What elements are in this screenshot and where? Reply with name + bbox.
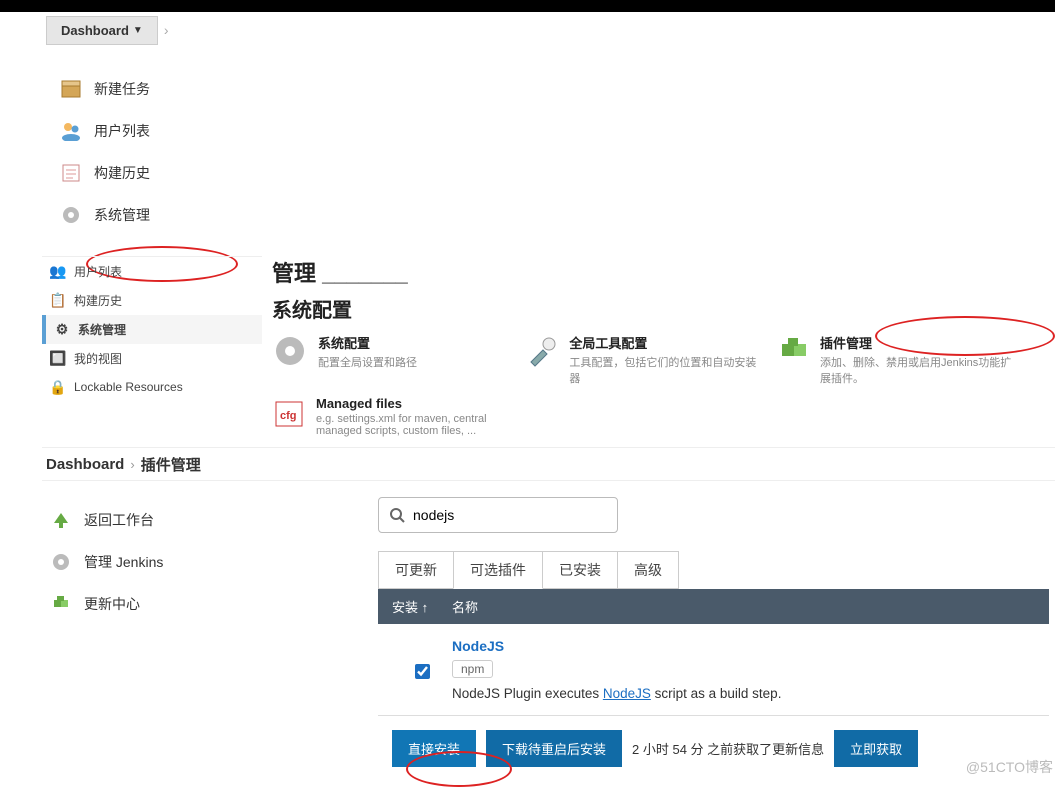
sidebar-plugin: 返回工作台 管理 Jenkins 更新中心 (42, 481, 372, 781)
section-heading: 系统配置 (272, 294, 1055, 323)
sidebar-item-people[interactable]: 用户列表 (56, 110, 386, 152)
tab-available[interactable]: 可选插件 (453, 551, 543, 589)
card-desc: 工具配置，包括它们的位置和自动安装器 (569, 354, 764, 386)
arrow-up-icon (50, 509, 72, 531)
sidebar-item-label: 更新中心 (84, 594, 140, 614)
plugin-desc-link[interactable]: NodeJS (603, 686, 651, 701)
people-icon (60, 120, 82, 142)
clipboard-icon: 📋 (50, 293, 66, 309)
sidebar-item-label: Lockable Resources (74, 380, 183, 394)
views-icon: 🔲 (50, 351, 66, 367)
sidebar-item-back[interactable]: 返回工作台 (46, 499, 372, 541)
manage-panel: 管理 _______ 系统配置 系统配置配置全局设置和路径 全局工具配置工具配置… (262, 256, 1055, 437)
cfg-icon: cfg (272, 396, 306, 432)
col-name[interactable]: 名称 (452, 597, 478, 616)
plugin-icon (776, 333, 810, 369)
check-now-button[interactable]: 立即获取 (834, 730, 918, 767)
search-input[interactable] (413, 507, 607, 523)
gear-icon (50, 551, 72, 573)
search-box[interactable] (378, 497, 618, 533)
col-install[interactable]: 安装 ↑ (392, 597, 452, 616)
card-system-config[interactable]: 系统配置配置全局设置和路径 (272, 333, 512, 386)
manage-heading: 管理 _______ (272, 256, 1055, 288)
sidebar-primary: 新建任务 用户列表 构建历史 系统管理 (46, 48, 386, 256)
sidebar-item-label: 新建任务 (94, 79, 150, 99)
breadcrumb-dashboard[interactable]: Dashboard ▼ (46, 16, 158, 45)
card-plugin-manager[interactable]: 插件管理添加、删除、禁用或启用Jenkins功能扩展插件。 (776, 333, 1016, 386)
sidebar-item-label: 构建历史 (94, 163, 150, 183)
sidebar-item-new-item[interactable]: 新建任务 (56, 68, 386, 110)
sidebar-item-manage-jenkins[interactable]: 系统管理 (56, 194, 386, 236)
sort-arrow-icon: ↑ (422, 600, 429, 615)
card-title: Managed files (316, 396, 512, 411)
sidebar-item-label: 管理 Jenkins (84, 552, 163, 572)
card-title: 全局工具配置 (569, 333, 764, 352)
install-now-button[interactable]: 直接安装 (392, 730, 476, 767)
sidebar-item-label: 系统管理 (94, 205, 150, 225)
table-row: NodeJS npm NodeJS Plugin executes NodeJS… (378, 624, 1049, 716)
breadcrumb: Dashboard › 插件管理 (42, 447, 1055, 481)
svg-text:cfg: cfg (280, 410, 297, 422)
sidebar-item-label: 用户列表 (94, 121, 150, 141)
card-desc: 添加、删除、禁用或启用Jenkins功能扩展插件。 (820, 354, 1016, 386)
card-managed-files[interactable]: cfg Managed files e.g. settings.xml for m… (272, 396, 512, 437)
plugin-desc: NodeJS Plugin executes NodeJS script as … (452, 686, 781, 701)
chevron-down-icon: ▼ (133, 25, 143, 36)
button-bar: 直接安装 下载待重启后安装 2 小时 54 分 之前获取了更新信息 立即获取 (378, 716, 1049, 781)
sidebar-item-people[interactable]: 👥 用户列表 (42, 257, 262, 286)
window-titlebar (0, 0, 1055, 12)
table-header: 安装 ↑ 名称 (378, 589, 1049, 624)
plugin-icon (50, 593, 72, 615)
watermark: @51CTO博客 (966, 757, 1053, 777)
search-icon (389, 507, 405, 523)
breadcrumb-dashboard-label: Dashboard (61, 23, 129, 38)
update-status: 2 小时 54 分 之前获取了更新信息 (632, 739, 824, 758)
card-desc: 配置全局设置和路径 (318, 354, 417, 370)
sidebar-item-label: 返回工作台 (84, 510, 154, 530)
plugin-name-link[interactable]: NodeJS (452, 638, 504, 654)
gear-icon (60, 204, 82, 226)
sidebar-secondary: 👥 用户列表 📋 构建历史 ⚙ 系统管理 🔲 我的视图 🔒 Lockable Resour… (42, 256, 262, 437)
sidebar-item-manage-jenkins[interactable]: ⚙ 系统管理 (42, 315, 262, 344)
card-title: 插件管理 (820, 333, 1016, 352)
download-restart-button[interactable]: 下载待重启后安装 (486, 730, 622, 767)
people-icon: 👥 (50, 264, 66, 280)
card-desc: e.g. settings.xml for maven, central man… (316, 413, 512, 437)
card-global-tool[interactable]: 全局工具配置工具配置，包括它们的位置和自动安装器 (524, 333, 764, 386)
sidebar-item-lockable-resources[interactable]: 🔒 Lockable Resources (42, 373, 262, 401)
tab-advanced[interactable]: 高级 (617, 551, 679, 589)
plugin-tag: npm (452, 660, 493, 678)
plugin-main: 可更新 可选插件 已安装 高级 安装 ↑ 名称 NodeJS npm NodeJ… (372, 481, 1055, 781)
tab-updates[interactable]: 可更新 (378, 551, 454, 589)
breadcrumb-separator-icon: › (164, 22, 169, 38)
sidebar-item-update-center[interactable]: 更新中心 (46, 583, 372, 625)
sidebar-item-label: 构建历史 (74, 292, 122, 309)
sidebar-item-build-history[interactable]: 构建历史 (56, 152, 386, 194)
breadcrumb: Dashboard ▼ › (46, 12, 1055, 48)
sidebar-item-my-views[interactable]: 🔲 我的视图 (42, 344, 262, 373)
gear-icon (272, 333, 308, 369)
sidebar-item-manage-jenkins[interactable]: 管理 Jenkins (46, 541, 372, 583)
breadcrumb-dashboard[interactable]: Dashboard (46, 456, 124, 473)
tabs: 可更新 可选插件 已安装 高级 (378, 551, 1049, 589)
tools-icon (524, 333, 559, 369)
box-icon (60, 78, 82, 100)
sidebar-item-label: 用户列表 (74, 263, 122, 280)
breadcrumb-plugin[interactable]: 插件管理 (141, 454, 201, 475)
install-checkbox[interactable] (415, 664, 430, 679)
sidebar-item-label: 系统管理 (78, 321, 126, 338)
lock-icon: 🔒 (50, 379, 66, 395)
sidebar-item-build-history[interactable]: 📋 构建历史 (42, 286, 262, 315)
gear-icon: ⚙ (54, 322, 70, 338)
card-title: 系统配置 (318, 333, 417, 352)
sidebar-item-label: 我的视图 (74, 350, 122, 367)
chevron-right-icon: › (130, 457, 134, 472)
clipboard-icon (60, 162, 82, 184)
tab-installed[interactable]: 已安装 (542, 551, 618, 589)
